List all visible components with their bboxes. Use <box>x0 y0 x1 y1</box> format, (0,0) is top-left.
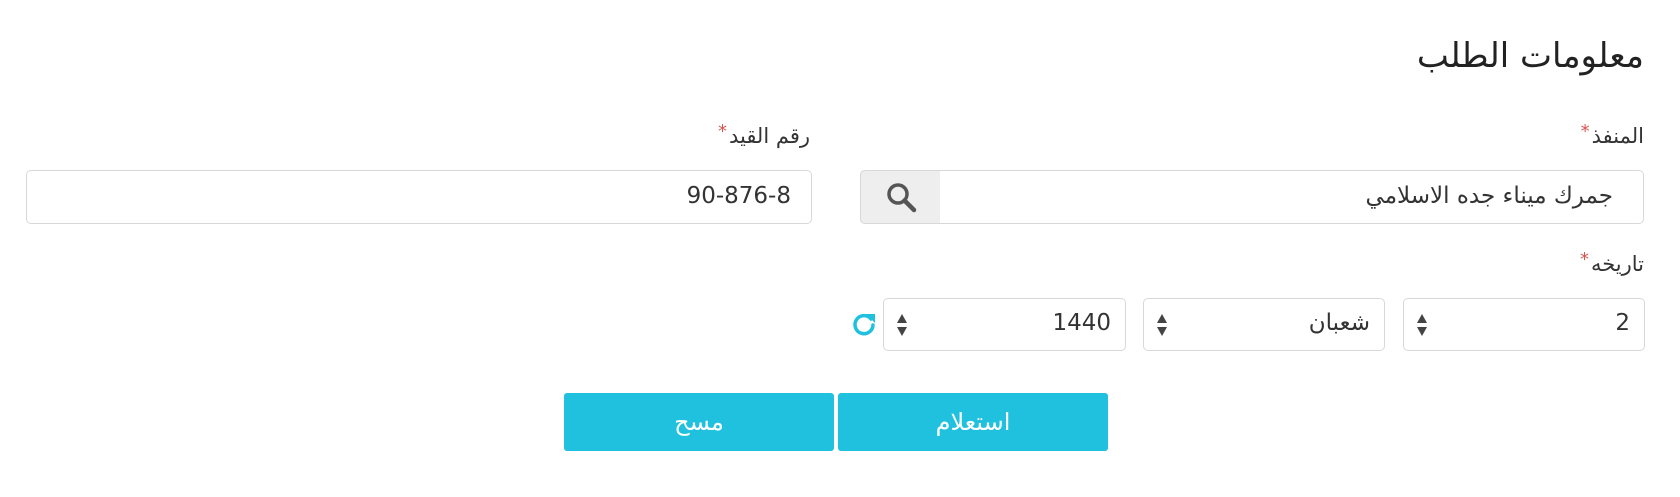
year-value: 1440 <box>1052 310 1111 336</box>
month-value: شعبان <box>1308 310 1370 336</box>
port-field[interactable]: جمرك ميناء جده الاسلامي <box>860 170 1644 224</box>
registration-label: رقم القيد* <box>717 121 810 148</box>
port-search-button[interactable] <box>860 170 940 224</box>
registration-value: 90-876-8 <box>686 183 791 209</box>
registration-field[interactable]: 90-876-8 <box>26 170 812 224</box>
day-value: 2 <box>1615 310 1630 336</box>
clear-button[interactable]: مسح <box>564 393 834 451</box>
up-down-arrows-icon <box>897 313 907 336</box>
up-down-arrows-icon <box>1417 313 1427 336</box>
port-label-text: المنفذ <box>1591 124 1644 148</box>
up-down-arrows-icon <box>1157 313 1167 336</box>
port-label: المنفذ* <box>1580 121 1644 148</box>
date-label-text: تاريخه <box>1590 252 1644 276</box>
required-mark: * <box>717 121 727 142</box>
reset-date-button[interactable] <box>850 310 878 338</box>
date-label: تاريخه* <box>1579 249 1644 276</box>
year-select[interactable]: 1440 <box>883 298 1126 351</box>
required-mark: * <box>1580 121 1590 142</box>
day-select[interactable]: 2 <box>1403 298 1645 351</box>
page-title: معلومات الطلب <box>1416 36 1644 76</box>
inquiry-button[interactable]: استعلام <box>838 393 1108 451</box>
registration-label-text: رقم القيد <box>728 124 810 148</box>
search-icon <box>886 183 916 213</box>
port-value: جمرك ميناء جده الاسلامي <box>1365 183 1613 209</box>
month-select[interactable]: شعبان <box>1143 298 1385 351</box>
required-mark: * <box>1579 249 1589 270</box>
refresh-icon <box>853 313 875 336</box>
